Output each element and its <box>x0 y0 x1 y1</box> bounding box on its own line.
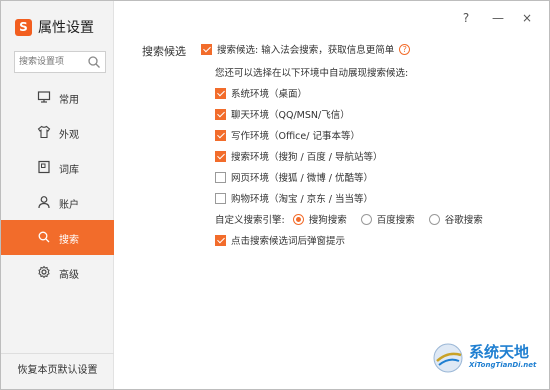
help-icon[interactable]: ? <box>399 43 411 55</box>
env-label: 搜索环境（搜狗 / 百度 / 导航站等） <box>231 152 383 163</box>
engine-option-google[interactable]: 谷歌搜索 <box>428 212 483 226</box>
sidebar-item-advanced[interactable]: 高级 <box>1 255 114 290</box>
env-checkbox[interactable] <box>215 150 226 162</box>
sidebar-item-label: 外观 <box>59 130 79 141</box>
search-engine-radio-group: 搜狗搜索 百度搜索 谷歌搜索 <box>285 212 483 226</box>
env-option-web[interactable]: 网页环境（搜狐 / 微博 / 优酷等） <box>215 170 373 184</box>
env-checkbox[interactable] <box>215 171 226 183</box>
sidebar-item-common[interactable]: 常用 <box>1 80 114 115</box>
env-label: 系统环境（桌面） <box>231 89 308 100</box>
search-candidate-checkbox[interactable] <box>201 43 212 55</box>
engine-option-baidu[interactable]: 百度搜索 <box>360 212 415 226</box>
engine-label: 百度搜索 <box>376 215 415 226</box>
popup-option[interactable]: 点击搜索候选词后弹窗提示 <box>215 233 345 247</box>
env-checkbox[interactable] <box>215 87 226 99</box>
engine-radio[interactable] <box>428 213 440 225</box>
sidebar-item-label: 高级 <box>59 270 79 281</box>
section-title: 搜索候选 <box>142 45 186 58</box>
search-icon <box>38 231 50 243</box>
search-candidate-option[interactable]: 搜索候选: 输入法会搜索，获取信息更简单 ? <box>201 42 411 56</box>
env-option-shopping[interactable]: 购物环境（淘宝 / 京东 / 当当等） <box>215 191 373 205</box>
sidebar-item-appearance[interactable]: 外观 <box>1 115 114 150</box>
env-option-chat[interactable]: 聊天环境（QQ/MSN/飞信） <box>215 107 350 121</box>
monitor-icon <box>37 91 51 103</box>
engine-label: 谷歌搜索 <box>444 215 483 226</box>
sidebar-item-search[interactable]: 搜索 <box>1 220 114 255</box>
engine-label: 搜狗搜索 <box>308 215 347 226</box>
env-subtitle-text: 您还可以选择在以下环境中自动展现搜索候选: <box>215 68 409 79</box>
watermark-title: 系统天地 <box>469 343 530 361</box>
sidebar: S 属性设置 常用 外观 <box>1 1 114 389</box>
sidebar-nav: 常用 外观 词库 账户 搜索 高级 <box>1 80 114 290</box>
popup-checkbox[interactable] <box>215 234 226 246</box>
search-settings-panel: 搜索候选 搜索候选: 输入法会搜索，获取信息更简单 ? 您还可以选择在以下环境中… <box>114 1 550 389</box>
app-header: S 属性设置 <box>15 17 94 37</box>
sogou-logo-icon: S <box>15 18 32 36</box>
book-icon <box>38 160 50 174</box>
engine-radio[interactable] <box>360 213 372 225</box>
settings-search-box[interactable] <box>14 51 106 73</box>
globe-logo-icon <box>433 343 463 373</box>
gear-icon <box>38 265 50 279</box>
user-icon <box>38 196 50 209</box>
search-candidate-label: 搜索候选: 输入法会搜索，获取信息更简单 <box>217 45 395 56</box>
search-engine-row: 自定义搜索引擎: 搜狗搜索 百度搜索 谷歌搜索 <box>215 212 483 226</box>
settings-search-input[interactable] <box>15 52 87 72</box>
popup-label: 点击搜索候选词后弹窗提示 <box>231 236 346 247</box>
sidebar-item-label: 常用 <box>59 95 79 106</box>
engine-option-sogou[interactable]: 搜狗搜索 <box>292 212 347 226</box>
search-engine-label: 自定义搜索引擎: <box>215 215 285 226</box>
sidebar-item-account[interactable]: 账户 <box>1 185 114 220</box>
env-checkbox[interactable] <box>215 192 226 204</box>
sidebar-item-label: 搜索 <box>59 235 79 246</box>
search-icon[interactable] <box>87 55 101 69</box>
env-subtitle: 您还可以选择在以下环境中自动展现搜索候选: <box>215 65 408 79</box>
env-label: 网页环境（搜狐 / 微博 / 优酷等） <box>231 173 373 184</box>
env-checkbox[interactable] <box>215 108 226 120</box>
env-option-writing[interactable]: 写作环境（Office/ 记事本等） <box>215 128 360 142</box>
sidebar-item-dictionary[interactable]: 词库 <box>1 150 114 185</box>
restore-defaults-button[interactable]: 恢复本页默认设置 <box>1 353 114 389</box>
env-option-search[interactable]: 搜索环境（搜狗 / 百度 / 导航站等） <box>215 149 382 163</box>
env-label: 写作环境（Office/ 记事本等） <box>231 131 360 142</box>
env-checkbox[interactable] <box>215 129 226 141</box>
watermark: 系统天地 XiTongTianDi.net <box>429 339 541 377</box>
env-label: 聊天环境（QQ/MSN/飞信） <box>231 110 350 121</box>
sidebar-item-label: 词库 <box>59 165 79 176</box>
sidebar-item-label: 账户 <box>59 200 79 211</box>
watermark-subtitle: XiTongTianDi.net <box>469 361 537 369</box>
env-option-system[interactable]: 系统环境（桌面） <box>215 86 307 100</box>
app-title: 属性设置 <box>38 20 94 36</box>
shirt-icon <box>37 125 51 139</box>
env-label: 购物环境（淘宝 / 京东 / 当当等） <box>231 194 373 205</box>
engine-radio[interactable] <box>292 213 304 225</box>
settings-window: S 属性设置 常用 外观 <box>0 0 550 390</box>
